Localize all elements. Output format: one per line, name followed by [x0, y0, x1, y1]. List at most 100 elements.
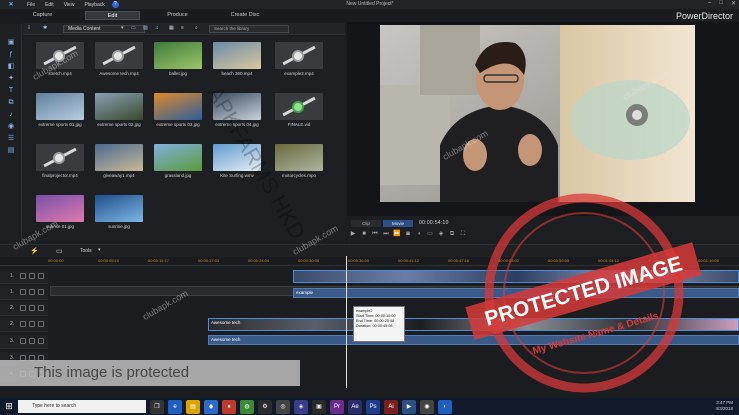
track-visibility-icon[interactable]: [38, 289, 44, 295]
windows-start-icon[interactable]: ⊞: [0, 398, 18, 415]
track-lock-icon[interactable]: [29, 305, 35, 311]
track-enable-icon[interactable]: [20, 305, 26, 311]
terminal-icon[interactable]: ▣: [312, 399, 326, 414]
clip-mode-button[interactable]: Clip: [351, 220, 381, 227]
track-lock-icon[interactable]: [29, 273, 35, 279]
library-search-input[interactable]: Search the library: [209, 25, 289, 33]
voice-over-icon[interactable]: ◉: [6, 122, 16, 131]
library-item[interactable]: extreme sports 02.jpg: [95, 93, 143, 129]
chevron-down-icon[interactable]: ▾: [121, 25, 127, 33]
movie-mode-button[interactable]: Movie: [383, 220, 413, 227]
video-preview[interactable]: [380, 25, 695, 202]
close-button[interactable]: ✕: [731, 0, 736, 7]
minimize-button[interactable]: –: [708, 0, 711, 7]
library-item[interactable]: extreme sports 01.jpg: [36, 93, 84, 129]
chapter-room-icon[interactable]: ☰: [6, 134, 16, 143]
media-thumbnail[interactable]: [36, 93, 84, 120]
library-item[interactable]: finalprojector.mp4: [36, 144, 84, 180]
library-item[interactable]: grassland.jpg: [154, 144, 202, 180]
menu-playback[interactable]: Playback: [79, 2, 109, 8]
media-thumbnail[interactable]: [154, 42, 202, 69]
chrome-icon[interactable]: ◍: [240, 399, 254, 414]
import-icon[interactable]: ⇩: [27, 25, 35, 33]
app-icon[interactable]: ◉: [420, 399, 434, 414]
track-enable-icon[interactable]: [20, 273, 26, 279]
tab-create-disc[interactable]: Create Disc: [215, 11, 275, 20]
undock-icon[interactable]: ⧉: [448, 230, 456, 238]
next-frame-icon[interactable]: ⏭: [382, 230, 390, 238]
media-thumbnail[interactable]: [275, 144, 323, 171]
library-item[interactable]: ballet.jpg: [154, 42, 202, 78]
track-lock-icon[interactable]: [29, 321, 35, 327]
explorer-icon[interactable]: ▤: [186, 399, 200, 414]
chevron-down-icon[interactable]: ▾: [98, 247, 101, 253]
after-effects-icon[interactable]: Ae: [348, 399, 362, 414]
menu-file[interactable]: File: [22, 2, 40, 8]
app-icon[interactable]: Ai: [384, 399, 398, 414]
track-lock-icon[interactable]: [29, 289, 35, 295]
transition-room-icon[interactable]: ⧉: [6, 98, 16, 107]
app-icon[interactable]: ◎: [276, 399, 290, 414]
display-icon[interactable]: ▭: [426, 230, 434, 238]
settings-icon[interactable]: ⚙: [258, 399, 272, 414]
track-visibility-icon[interactable]: [38, 305, 44, 311]
tab-edit[interactable]: Edit: [85, 11, 140, 20]
media-thumbnail[interactable]: [36, 195, 84, 222]
tab-capture[interactable]: Capture: [0, 11, 85, 20]
snapshot-icon[interactable]: ◙: [404, 230, 412, 238]
audio-mixing-icon[interactable]: ♪: [6, 110, 16, 119]
play-icon[interactable]: ▶: [349, 230, 357, 238]
edge-icon[interactable]: e: [168, 399, 182, 414]
app-icon[interactable]: ◈: [294, 399, 308, 414]
premiere-icon[interactable]: Pr: [330, 399, 344, 414]
menu-view[interactable]: View: [59, 2, 80, 8]
track-header[interactable]: 1.: [0, 270, 48, 284]
library-item[interactable]: Awesome tech.mp4: [95, 42, 143, 78]
powerdirector-task-icon[interactable]: ▶: [402, 399, 416, 414]
track-visibility-icon[interactable]: [38, 338, 44, 344]
image-filter-icon[interactable]: ▨: [143, 25, 151, 33]
maximize-button[interactable]: □: [719, 0, 723, 7]
media-thumbnail[interactable]: [154, 93, 202, 120]
tools-menu[interactable]: Tools: [80, 248, 92, 254]
particle-room-icon[interactable]: ✦: [6, 74, 16, 83]
tab-produce[interactable]: Produce: [140, 11, 215, 20]
stop-icon[interactable]: ■: [360, 230, 368, 238]
store-icon[interactable]: ◆: [204, 399, 218, 414]
plugin-icon[interactable]: ✱: [43, 25, 51, 33]
track-manager-icon[interactable]: ⚡: [30, 247, 39, 255]
library-item[interactable]: beach 360.mp4: [213, 42, 261, 78]
app-icon[interactable]: ●: [222, 399, 236, 414]
audio-filter-icon[interactable]: ♫: [155, 25, 163, 33]
media-thumbnail[interactable]: [36, 144, 84, 171]
track-header[interactable]: 3.: [0, 335, 48, 349]
track-enable-icon[interactable]: [20, 338, 26, 344]
system-tray[interactable]: 3:47 PM 4/3/2018: [715, 400, 733, 412]
search-icon[interactable]: ⌕: [195, 25, 203, 33]
media-room-icon[interactable]: ▣: [6, 38, 16, 47]
media-thumbnail[interactable]: [95, 42, 143, 69]
track-lock-icon[interactable]: [29, 338, 35, 344]
title-room-icon[interactable]: T: [6, 86, 16, 95]
media-thumbnail[interactable]: [154, 144, 202, 171]
subtitle-room-icon[interactable]: ▤: [6, 146, 16, 155]
playhead[interactable]: [346, 256, 347, 388]
library-item[interactable]: example2.mp4: [275, 42, 323, 78]
fx-room-icon[interactable]: ƒ: [6, 50, 16, 59]
sort-icon[interactable]: ≡: [181, 25, 189, 33]
menu-edit[interactable]: Edit: [40, 2, 59, 8]
track-visibility-icon[interactable]: [38, 273, 44, 279]
view-icon[interactable]: ▦: [169, 25, 177, 33]
track-enable-icon[interactable]: [20, 321, 26, 327]
track-header[interactable]: 2.: [0, 302, 48, 316]
library-item[interactable]: FINALE.vid: [275, 93, 323, 129]
taskbar-search-input[interactable]: Type here to search: [18, 400, 146, 413]
help-icon[interactable]: ?: [111, 1, 119, 8]
keyframe-icon[interactable]: ▭: [56, 247, 63, 255]
timecode-display[interactable]: 00:00:54:10: [419, 220, 449, 226]
3d-icon[interactable]: ◈: [437, 230, 445, 238]
task-view-icon[interactable]: ❐: [150, 399, 164, 414]
video-filter-icon[interactable]: ▭: [131, 25, 139, 33]
media-thumbnail[interactable]: [95, 195, 143, 222]
library-item[interactable]: motorcycles.mpo: [275, 144, 323, 180]
